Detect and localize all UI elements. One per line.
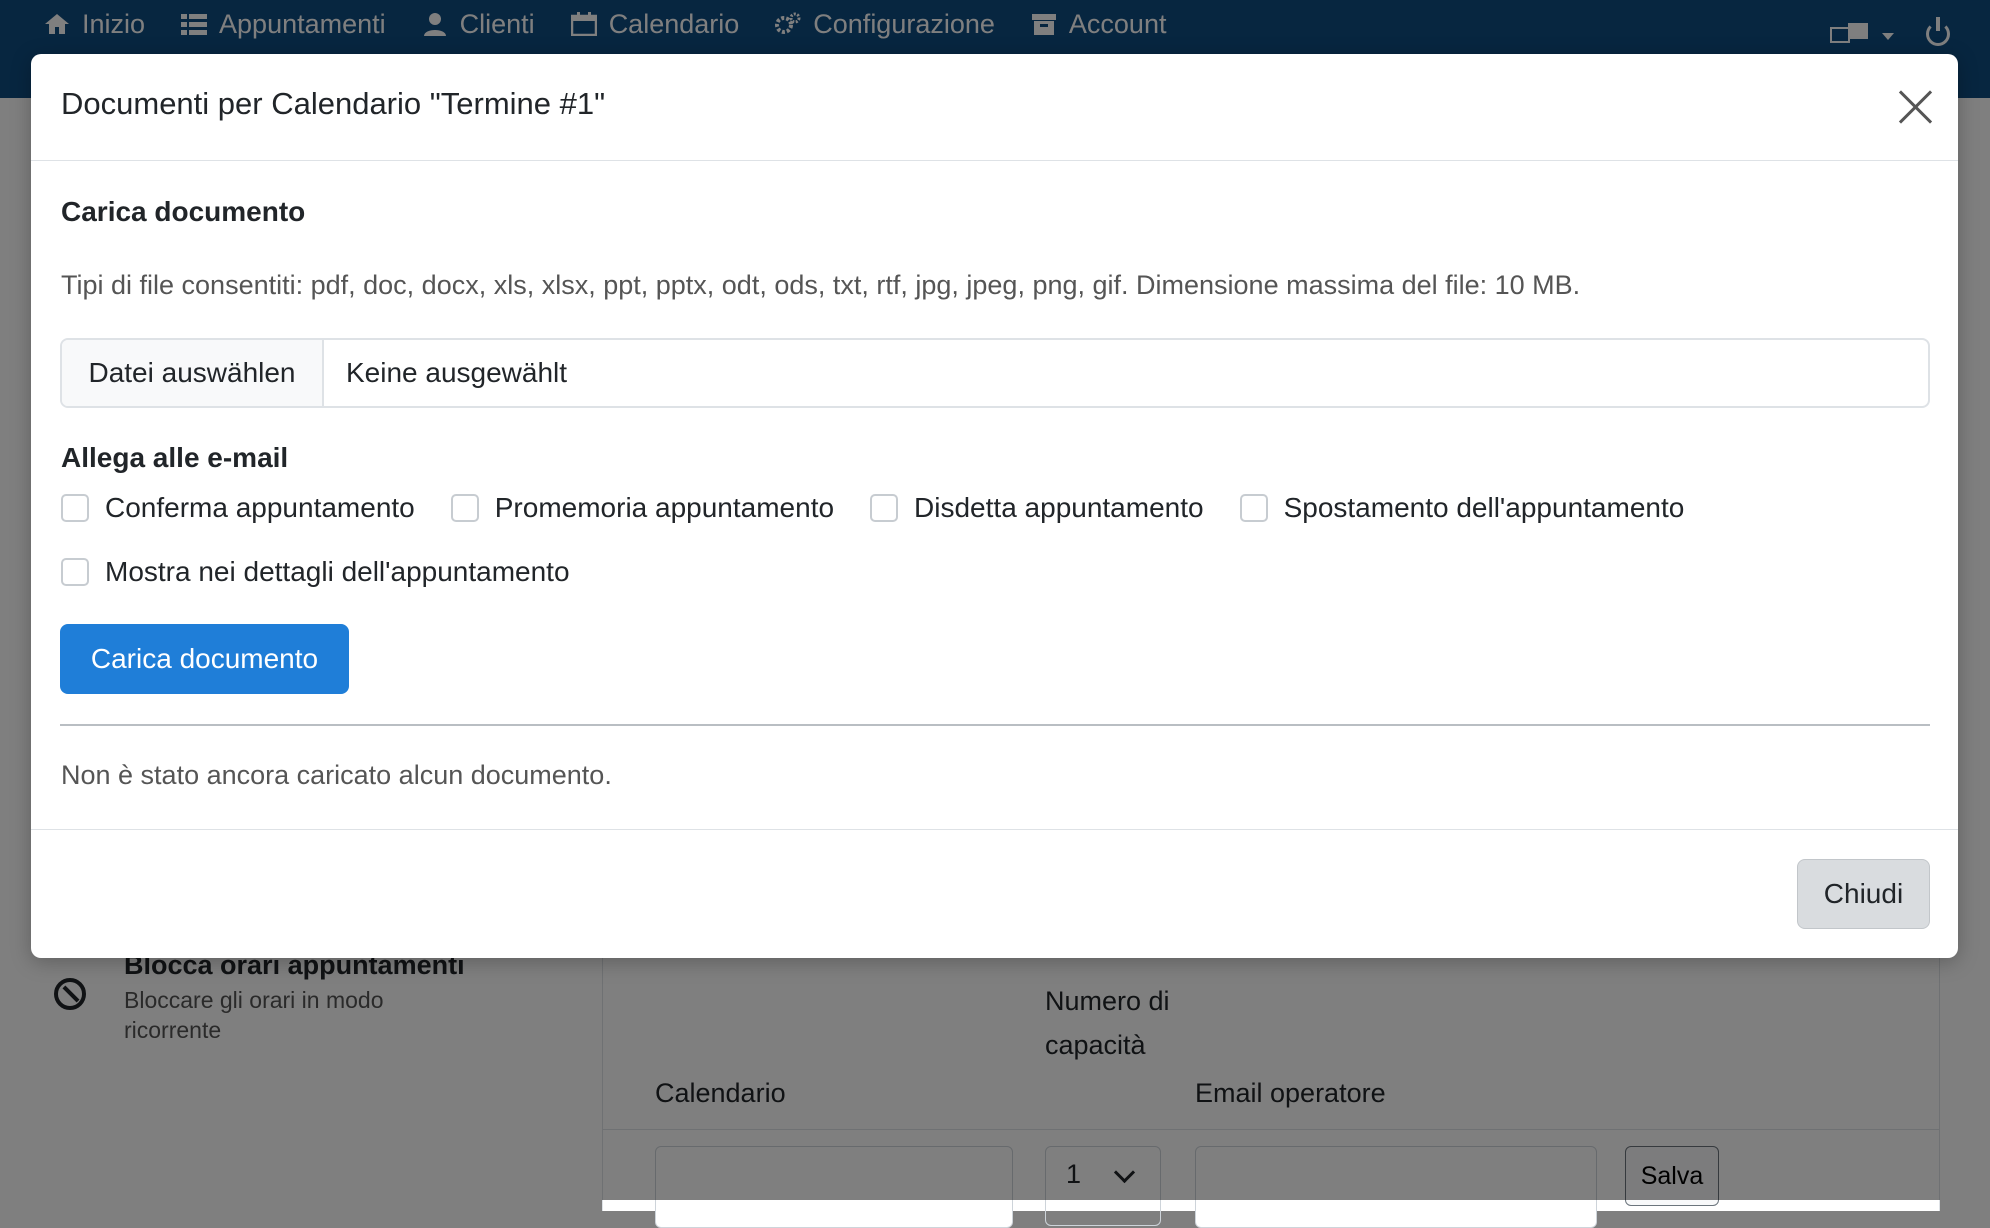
checkbox-promemoria[interactable]: Promemoria appuntamento — [450, 492, 835, 524]
section-divider — [60, 724, 1930, 726]
checkbox-label: Mostra nei dettagli dell'appuntamento — [105, 556, 570, 587]
upload-section-title: Carica documento — [61, 196, 306, 227]
attach-section-title: Allega alle e-mail — [61, 442, 289, 473]
upload-document-button[interactable]: Carica documento — [60, 624, 349, 694]
modal-footer: Chiudi — [31, 829, 1958, 958]
checkbox-label: Conferma appuntamento — [105, 492, 415, 523]
choose-file-button[interactable]: Datei auswählen — [62, 340, 324, 406]
checkbox-box[interactable] — [450, 494, 479, 522]
close-icon[interactable] — [1898, 90, 1932, 124]
email-attach-options: Conferma appuntamento Promemoria appunta… — [61, 492, 1720, 524]
file-status-text: Keine ausgewählt — [346, 357, 568, 388]
checkbox-label: Spostamento dell'appuntamento — [1283, 492, 1685, 523]
modal-header: Documenti per Calendario "Termine #1" — [31, 54, 1958, 161]
checkbox-box[interactable] — [61, 558, 89, 586]
checkbox-disdetta[interactable]: Disdetta appuntamento — [870, 492, 1204, 524]
checkbox-conferma[interactable]: Conferma appuntamento — [61, 492, 415, 524]
checkbox-spostamento[interactable]: Spostamento dell'appuntamento — [1239, 492, 1685, 524]
close-button[interactable]: Chiudi — [1797, 859, 1930, 929]
allowed-file-types-hint: Tipi di file consentiti: pdf, doc, docx,… — [61, 270, 1581, 300]
checkbox-box[interactable] — [870, 494, 899, 522]
details-option: Mostra nei dettagli dell'appuntamento — [61, 556, 606, 588]
checkbox-show-in-details[interactable]: Mostra nei dettagli dell'appuntamento — [61, 556, 570, 588]
documents-modal: Documenti per Calendario "Termine #1" Ca… — [31, 54, 1958, 958]
checkbox-box[interactable] — [1239, 494, 1268, 522]
checkbox-label: Promemoria appuntamento — [494, 492, 835, 523]
checkbox-label: Disdetta appuntamento — [914, 492, 1204, 523]
no-documents-message: Non è stato ancora caricato alcun docume… — [61, 760, 612, 790]
checkbox-box[interactable] — [61, 494, 89, 522]
file-input[interactable]: Datei auswählen Keine ausgewählt — [60, 338, 1930, 408]
modal-title: Documenti per Calendario "Termine #1" — [61, 86, 606, 121]
